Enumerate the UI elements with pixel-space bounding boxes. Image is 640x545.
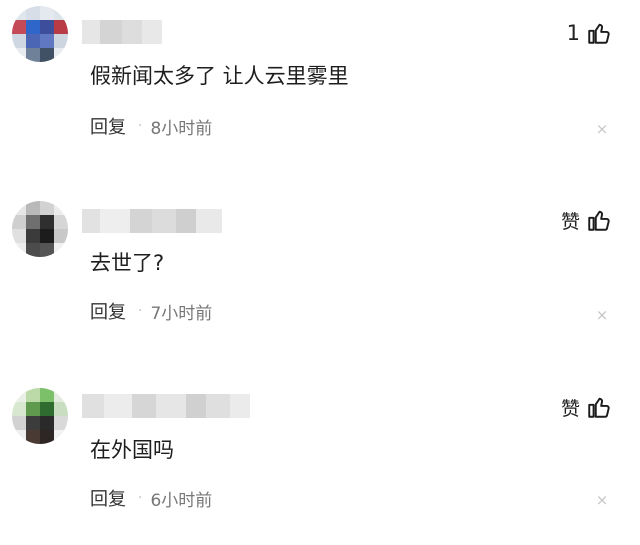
close-icon[interactable]: ×: [594, 307, 610, 323]
separator-dot: ·: [138, 118, 143, 134]
comment-meta: 回复 · 7小时前: [90, 298, 213, 324]
avatar[interactable]: [12, 6, 68, 62]
separator-dot: ·: [138, 490, 143, 506]
username-blurred[interactable]: [82, 209, 222, 233]
close-icon[interactable]: ×: [594, 121, 610, 137]
comment-text: 去世了?: [90, 251, 165, 275]
like-count: 1: [566, 21, 580, 45]
thumb-up-icon: [588, 397, 610, 418]
reply-button[interactable]: 回复: [90, 485, 126, 511]
close-icon[interactable]: ×: [594, 492, 610, 508]
comment-text: 在外国吗: [90, 438, 174, 462]
like-button[interactable]: 1: [567, 18, 612, 48]
timestamp: 6小时前: [150, 490, 213, 511]
thumb-up-icon: [588, 23, 610, 44]
username-blurred[interactable]: [82, 394, 250, 418]
reply-button[interactable]: 回复: [90, 298, 126, 324]
like-label: 赞: [560, 210, 580, 233]
timestamp: 7小时前: [150, 303, 213, 324]
thumb-up-icon: [588, 210, 610, 231]
avatar[interactable]: [12, 201, 68, 257]
comment-meta: 回复 · 6小时前: [90, 485, 213, 511]
like-label: 赞: [560, 397, 580, 420]
comment-item: 1 假新闻太多了 让人云里雾里 回复 · 8小时前 ×: [0, 0, 640, 175]
comment-meta: 回复 · 8小时前: [90, 113, 213, 139]
comment-item: 赞 去世了? 回复 · 7小时前 ×: [0, 185, 640, 360]
comment-item: 赞 在外国吗 回复 · 6小时前 ×: [0, 370, 640, 545]
avatar[interactable]: [12, 388, 68, 444]
separator-dot: ·: [138, 303, 143, 319]
comment-text: 假新闻太多了 让人云里雾里: [90, 64, 349, 88]
like-button[interactable]: 赞: [561, 205, 612, 235]
username-blurred[interactable]: [82, 20, 162, 44]
timestamp: 8小时前: [150, 118, 213, 139]
like-button[interactable]: 赞: [561, 392, 612, 422]
reply-button[interactable]: 回复: [90, 113, 126, 139]
